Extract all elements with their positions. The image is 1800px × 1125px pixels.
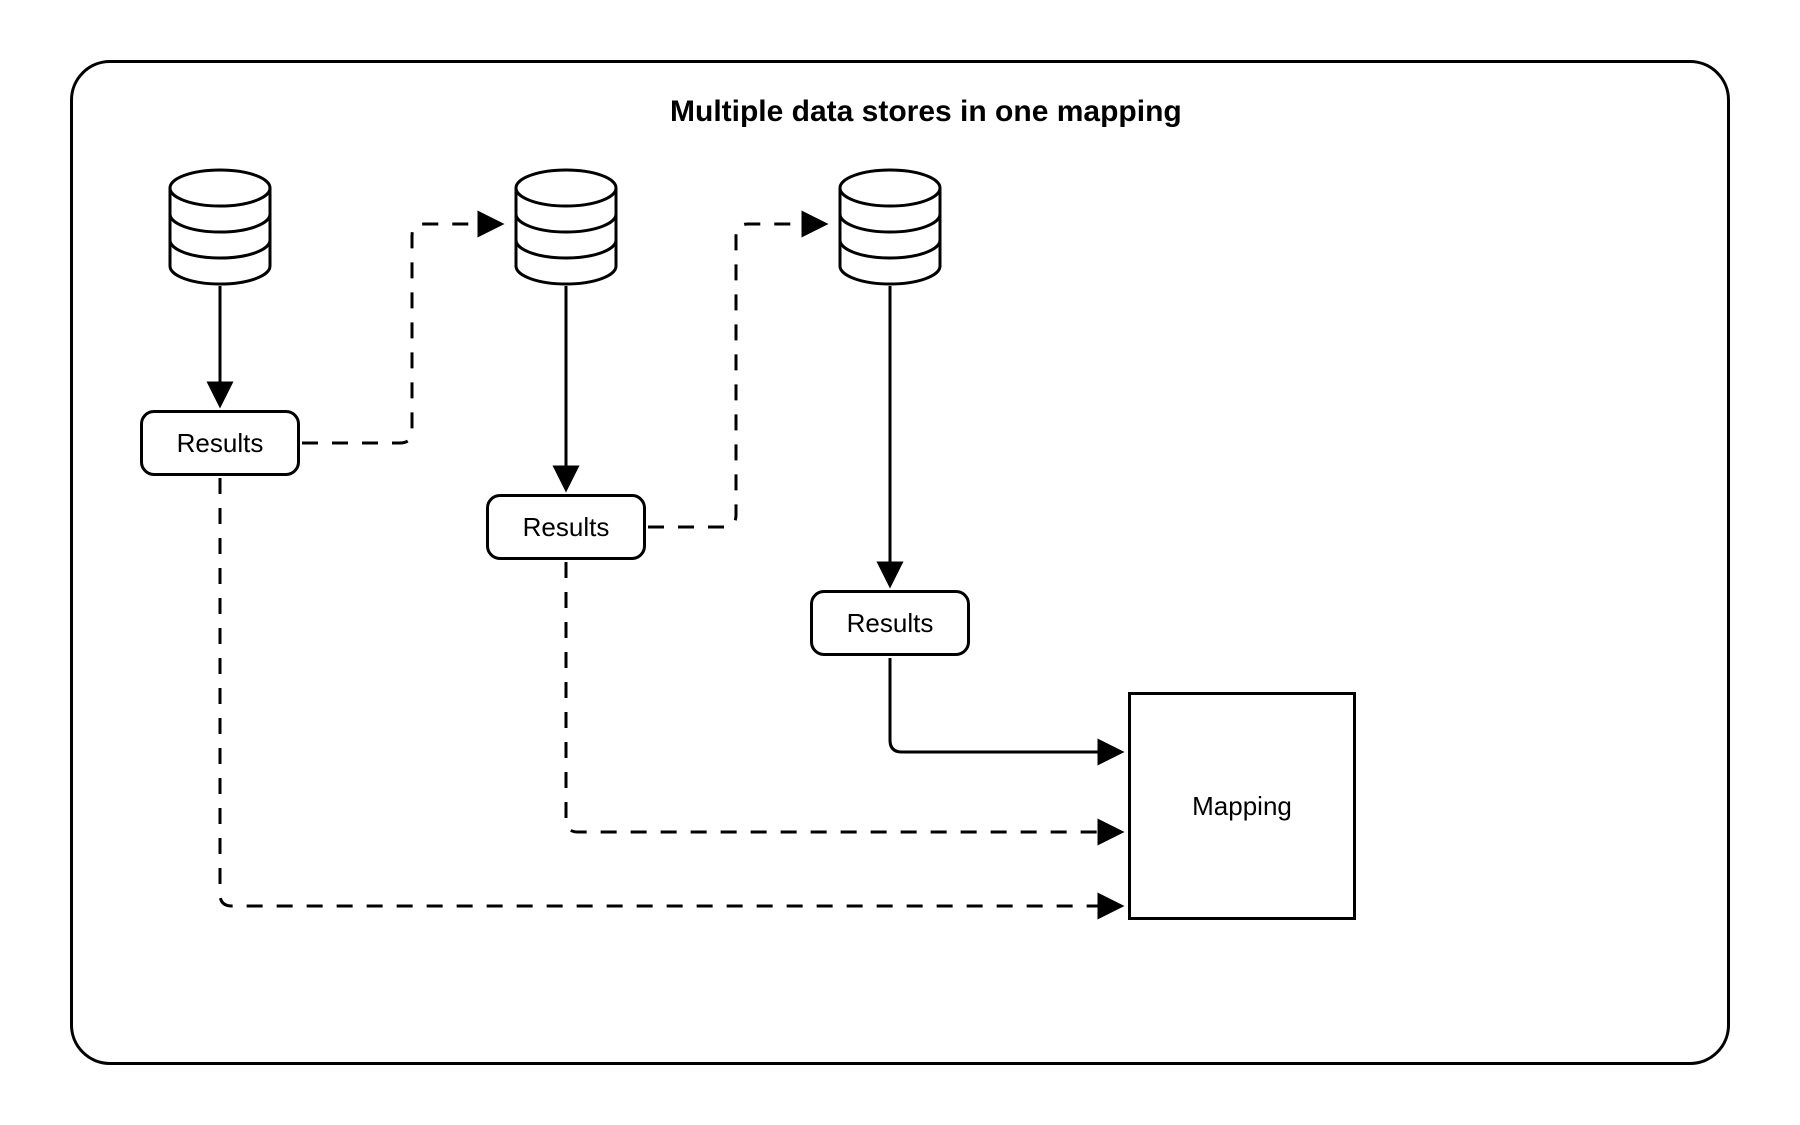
diagram-canvas: Multiple data stores in one mapping Resu… — [0, 0, 1800, 1125]
mapping-box: Mapping — [1128, 692, 1356, 920]
results-label-3: Results — [847, 608, 934, 639]
results-box-2: Results — [486, 494, 646, 560]
diagram-frame — [70, 60, 1730, 1065]
mapping-label: Mapping — [1192, 791, 1292, 822]
results-box-1: Results — [140, 410, 300, 476]
results-label-1: Results — [177, 428, 264, 459]
diagram-title: Multiple data stores in one mapping — [670, 95, 1182, 129]
results-box-3: Results — [810, 590, 970, 656]
results-label-2: Results — [523, 512, 610, 543]
